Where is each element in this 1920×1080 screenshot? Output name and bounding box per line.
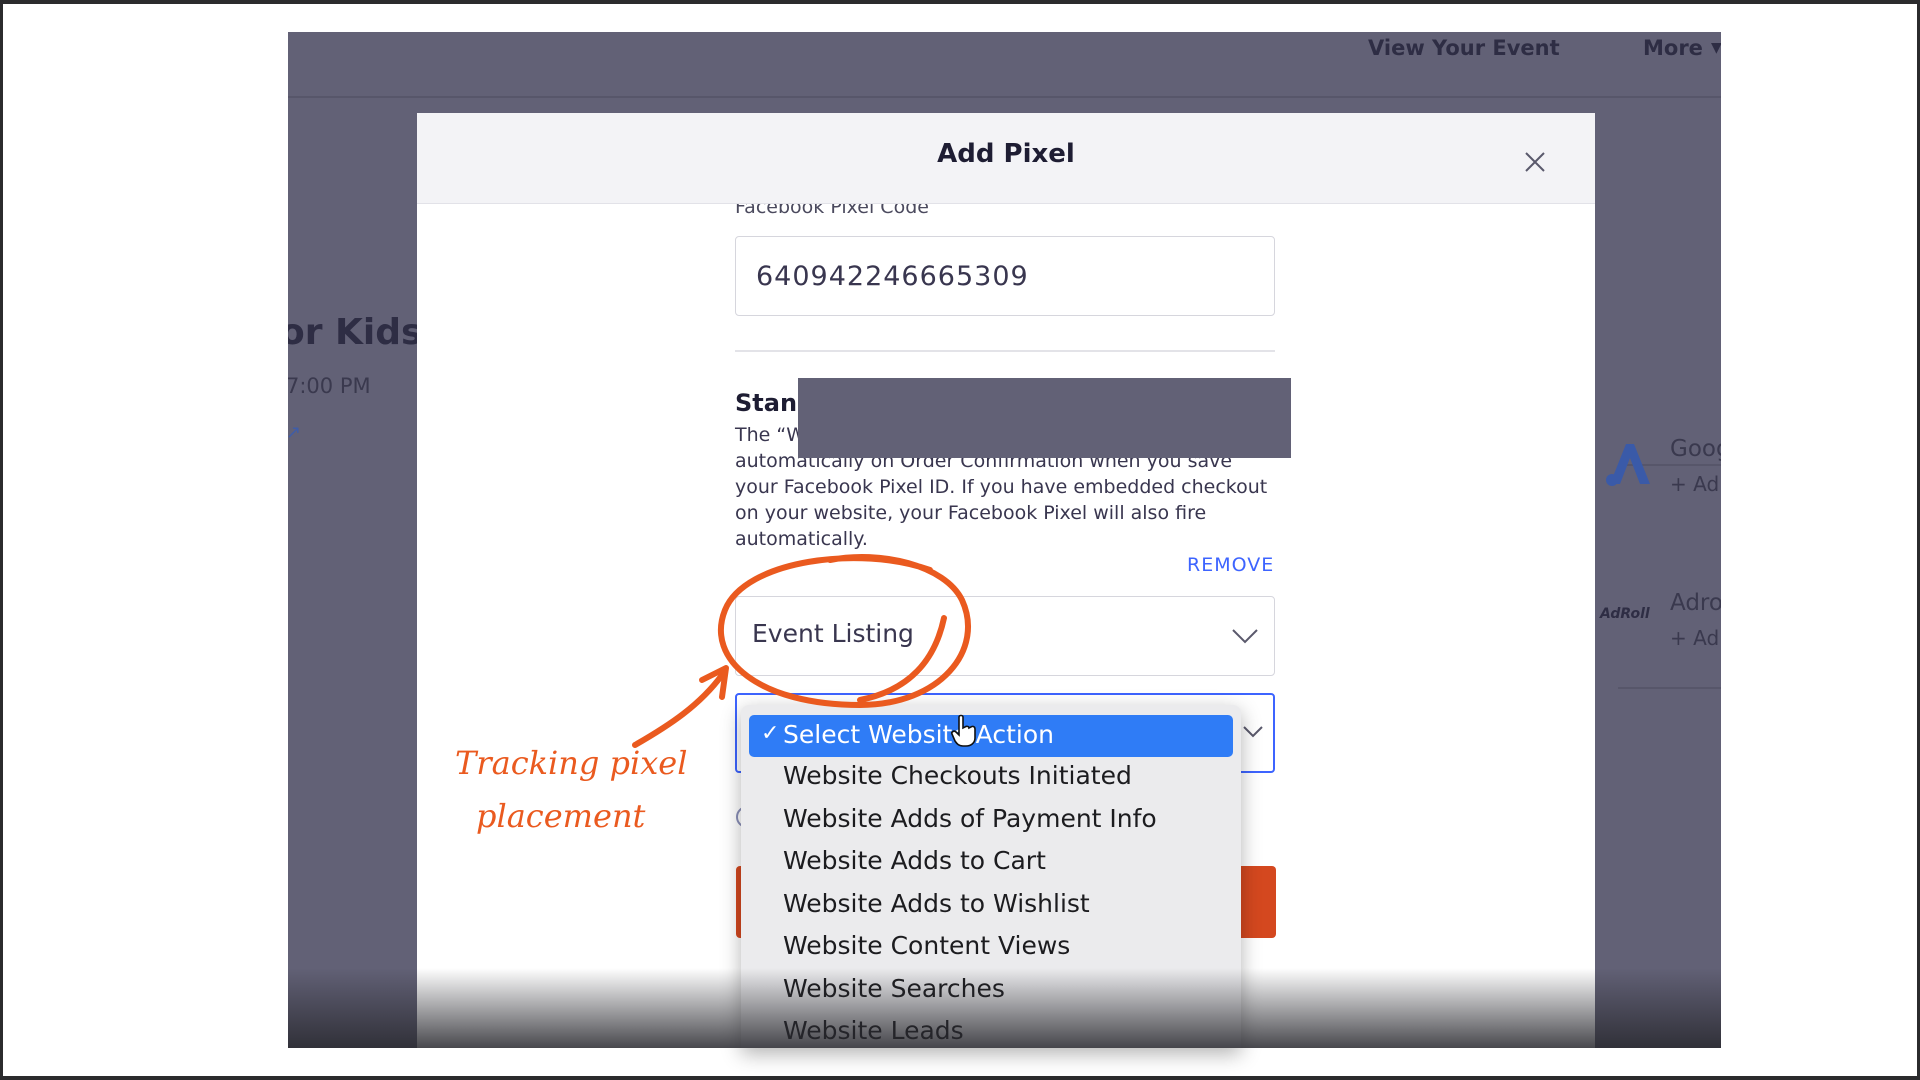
page-placement-value: Event Listing: [752, 619, 914, 648]
section-divider: [735, 350, 1275, 352]
frame-left-border: [0, 0, 3, 1080]
partner-add-link[interactable]: + Ad: [1670, 472, 1719, 496]
dropdown-option[interactable]: Website Adds of Payment Info: [783, 804, 1157, 833]
dropdown-option-selected[interactable]: ✓ Select Website Action: [749, 715, 1233, 757]
partner-name: Adro: [1670, 590, 1721, 616]
page-placement-select[interactable]: Event Listing: [735, 596, 1275, 676]
view-event-link[interactable]: View Your Event: [1368, 36, 1560, 60]
chevron-down-icon: [1243, 726, 1263, 738]
partner-card-divider: [1618, 687, 1721, 689]
adroll-logo: AdRoll: [1600, 606, 1650, 622]
pixel-code-input[interactable]: [735, 236, 1275, 316]
event-title: or Kids: [288, 312, 423, 353]
external-link-icon[interactable]: ↗: [288, 422, 301, 443]
topnav-divider: [288, 96, 1721, 98]
partner-add-link[interactable]: + Ad: [1670, 626, 1719, 650]
dropdown-option[interactable]: Website Content Views: [783, 931, 1070, 960]
check-icon: ✓: [761, 721, 780, 746]
website-action-dropdown: ✓ Select Website Action Website Checkout…: [741, 705, 1241, 1048]
google-ads-logo-icon: [1606, 444, 1650, 486]
more-chevron-icon: ▼: [1711, 40, 1721, 56]
event-time: 7:00 PM: [288, 374, 371, 398]
frame-bottom-border: [0, 1076, 1920, 1080]
partner-name: Goog: [1670, 436, 1721, 462]
dropdown-option[interactable]: Website Searches: [783, 974, 1005, 1003]
modal-title: Add Pixel: [937, 139, 1075, 169]
description-body: automatically on Order Confirmation when…: [735, 450, 1268, 550]
chevron-down-icon: [1232, 629, 1258, 644]
annotation-line1: Tracking pixel: [455, 744, 688, 782]
dropdown-option[interactable]: Website Adds to Wishlist: [783, 889, 1090, 918]
dropdown-option-label: Select Website Action: [783, 720, 1054, 749]
remove-link[interactable]: REMOVE: [1187, 554, 1274, 576]
modal-header: Add Pixel: [417, 113, 1595, 204]
redaction-box: [798, 378, 1291, 458]
close-icon[interactable]: [1522, 149, 1548, 175]
frame-top-border: [0, 0, 1920, 4]
annotation-line2: placement: [476, 797, 646, 835]
dropdown-option[interactable]: Website Leads: [783, 1016, 964, 1045]
more-menu[interactable]: More: [1643, 36, 1703, 60]
hand-pointer-cursor-icon: [951, 714, 976, 747]
dropdown-option[interactable]: Website Checkouts Initiated: [783, 761, 1132, 790]
dropdown-option[interactable]: Website Adds to Cart: [783, 846, 1046, 875]
